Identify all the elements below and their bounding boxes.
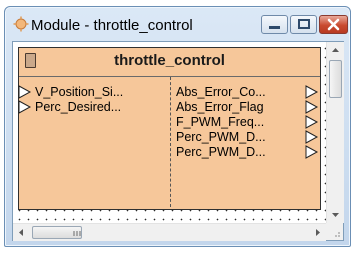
window-title: Module - throttle_control	[31, 17, 193, 34]
resize-grip[interactable]	[326, 223, 343, 240]
horizontal-scroll-thumb[interactable]	[32, 226, 82, 239]
output-port-arrow-icon[interactable]	[305, 130, 319, 144]
output-port-arrow-icon[interactable]	[305, 100, 319, 114]
scroll-right-icon[interactable]	[309, 224, 326, 241]
module-window: Module - throttle_control throttle_contr…	[4, 6, 351, 247]
resize-grip-icon	[335, 232, 340, 237]
output-port-label: F_PWM_Freq...	[176, 115, 265, 129]
module-block[interactable]: throttle_control V_Position_Si... Perc_D…	[18, 47, 321, 210]
input-port-arrow-icon[interactable]	[18, 85, 32, 99]
output-port-arrow-icon[interactable]	[305, 115, 319, 129]
scroll-down-icon[interactable]	[327, 206, 344, 223]
scroll-left-icon[interactable]	[13, 224, 30, 241]
output-port-label: Abs_Error_Flag	[176, 100, 264, 114]
diagram-area: throttle_control V_Position_Si... Perc_D…	[12, 41, 344, 241]
input-port-arrow-icon[interactable]	[18, 100, 32, 114]
maximize-icon	[298, 19, 310, 29]
input-port-label: V_Position_Si...	[35, 85, 124, 99]
scroll-up-icon[interactable]	[327, 42, 344, 59]
vertical-scroll-thumb[interactable]	[329, 60, 342, 98]
close-icon	[327, 18, 340, 31]
block-title: throttle_control	[114, 52, 225, 69]
horizontal-scrollbar[interactable]	[13, 223, 326, 241]
diagram-canvas[interactable]: throttle_control V_Position_Si... Perc_D…	[13, 42, 326, 223]
output-port-arrow-icon[interactable]	[305, 85, 319, 99]
minimize-icon	[269, 26, 280, 29]
output-port-label: Abs_Error_Co...	[176, 85, 266, 99]
output-port-label: Perc_PWM_D...	[176, 145, 266, 159]
close-button[interactable]	[319, 15, 348, 34]
output-port-label: Perc_PWM_D...	[176, 130, 266, 144]
vertical-scrollbar[interactable]	[326, 42, 344, 223]
grip-icon	[73, 231, 81, 236]
input-port-label: Perc_Desired...	[35, 100, 122, 114]
maximize-button[interactable]	[290, 15, 317, 34]
title-bar[interactable]: Module - throttle_control	[5, 7, 350, 41]
minimize-button[interactable]	[261, 15, 288, 34]
port-column-divider	[170, 77, 171, 207]
output-port-arrow-icon[interactable]	[305, 145, 319, 159]
module-icon	[13, 16, 29, 32]
